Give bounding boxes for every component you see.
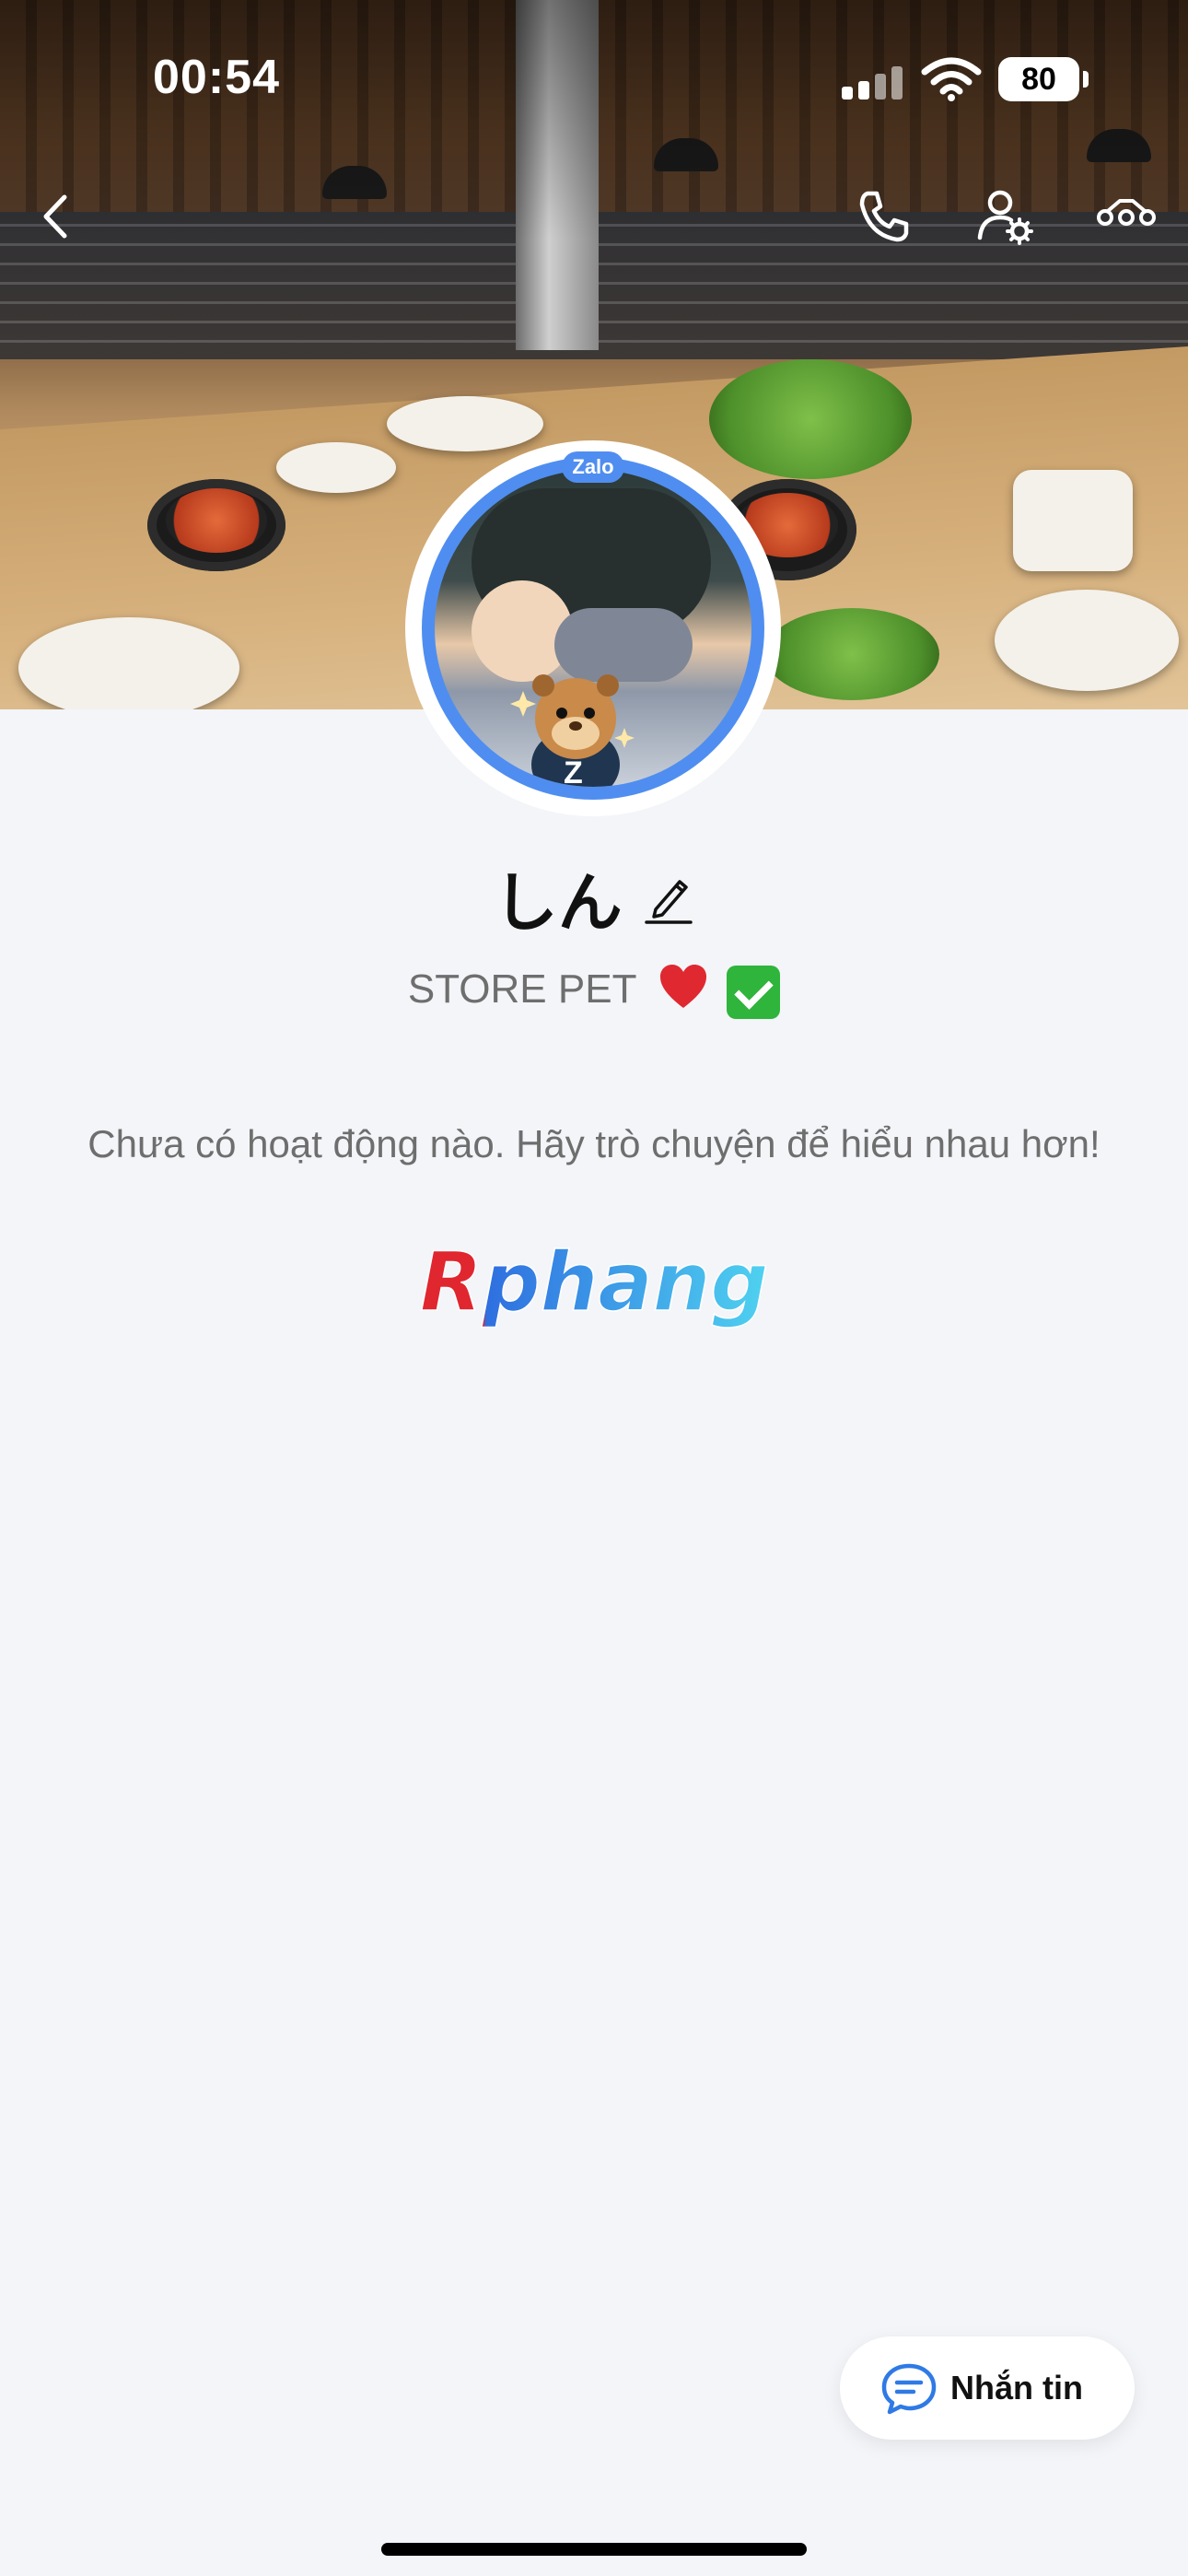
back-icon [43, 194, 67, 239]
avatar-photo: Z [435, 470, 751, 787]
avatar[interactable]: Z Zalo [405, 440, 781, 816]
cover-plate [276, 442, 396, 493]
cover-plate [18, 617, 239, 709]
back-button[interactable] [24, 184, 88, 249]
zalo-badge: Zalo [562, 451, 624, 483]
home-indicator [381, 2543, 807, 2556]
bear-sticker-icon: Z [510, 674, 635, 787]
profile-name: しん [493, 865, 623, 941]
more-icon [1097, 199, 1156, 226]
edit-name-button[interactable] [643, 871, 694, 926]
status-time: 00:54 [153, 51, 280, 104]
status-bar: 00:54 80 [0, 0, 1188, 166]
pencil-icon [645, 879, 693, 924]
wifi-icon [921, 57, 982, 101]
cover-greens [764, 608, 939, 700]
check-mark-emoji-icon [727, 965, 781, 1019]
send-message-label: Nhắn tin [950, 2369, 1083, 2406]
svg-text:Z: Z [564, 755, 583, 787]
rphang-logo: Rphang [419, 1235, 769, 1330]
cover-kimchi [166, 488, 267, 553]
profile-name-row: しん [0, 851, 1188, 941]
cellular-signal-icon [842, 66, 903, 100]
send-message-button[interactable]: Nhắn tin [840, 2336, 1135, 2440]
empty-activity-message: Chưa có hoạt động nào. Hãy trò chuyện để… [87, 1122, 1101, 1165]
user-settings-icon [977, 190, 1033, 245]
svg-text:Rphang: Rphang [420, 1235, 768, 1329]
bio-text: STORE PET [407, 966, 636, 1013]
battery-indicator: 80 [998, 57, 1089, 101]
phone-icon [859, 191, 909, 242]
heart-emoji-icon [657, 960, 710, 1024]
cover-cup [1013, 470, 1133, 571]
cover-plate [995, 590, 1179, 691]
more-options-button[interactable] [1094, 184, 1159, 249]
profile-settings-button[interactable] [973, 184, 1037, 249]
chat-bubble-icon [881, 2363, 937, 2415]
avatar-border: Z Zalo [422, 451, 764, 800]
call-button[interactable] [851, 184, 915, 249]
profile-bio: STORE PET [0, 960, 1188, 1024]
cover-greens [709, 359, 912, 479]
cover-plate [387, 396, 543, 451]
